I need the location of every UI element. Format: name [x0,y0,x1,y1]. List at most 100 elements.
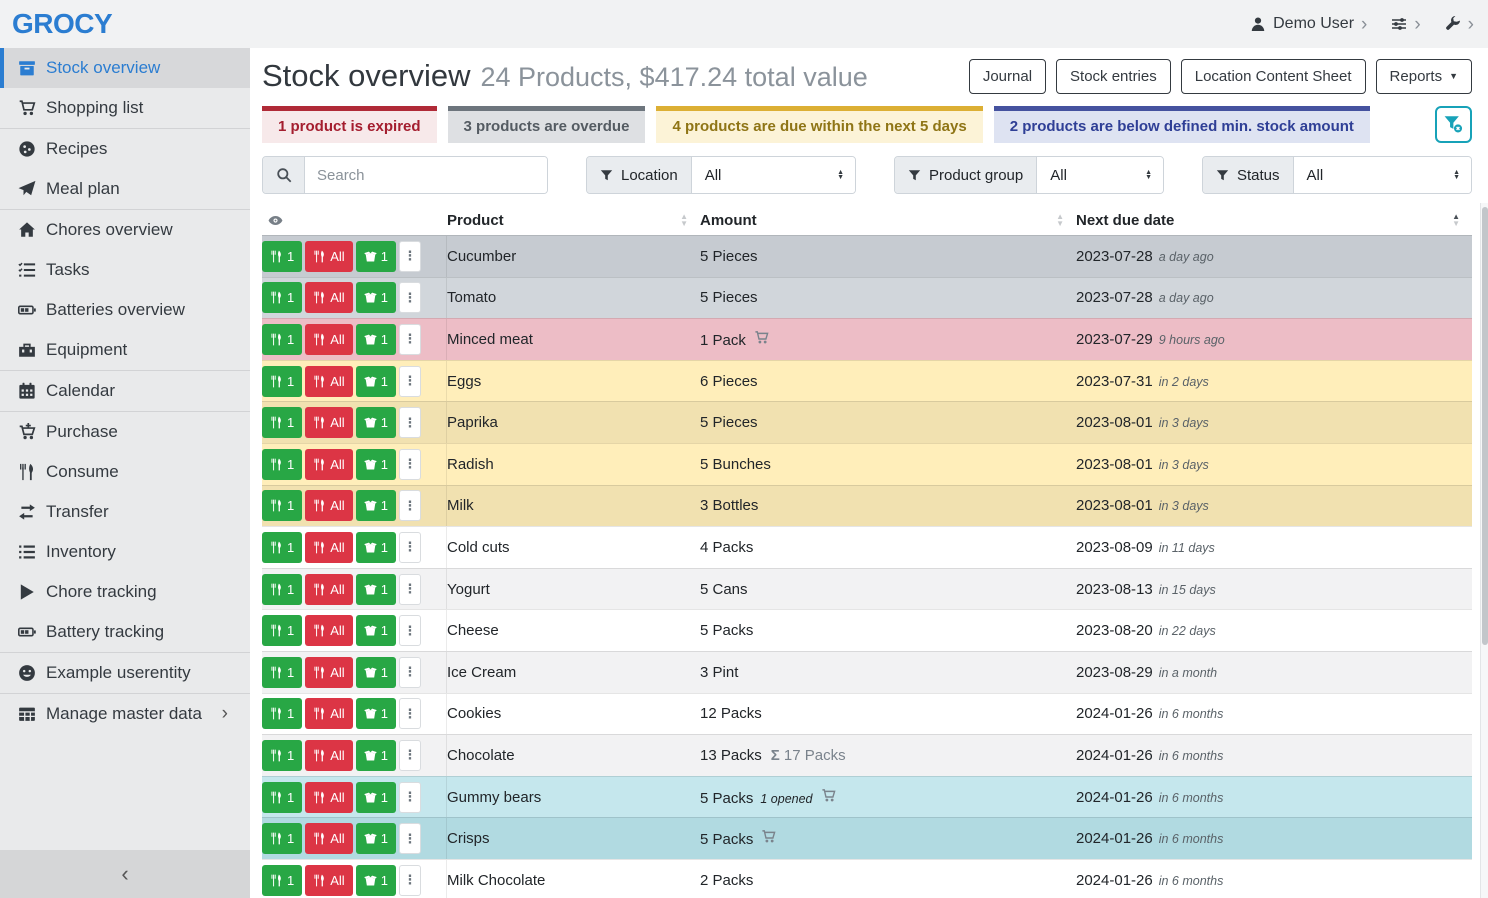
consume-all-button[interactable]: All [305,366,352,397]
product-name[interactable]: Cucumber [447,248,700,265]
product-name[interactable]: Cookies [447,705,700,722]
product-name[interactable]: Minced meat [447,331,700,348]
sidebar-item-meal-plan[interactable]: Meal plan [0,169,250,209]
row-menu-button[interactable]: ⋮ [399,407,421,438]
location-content-sheet-button[interactable]: Location Content Sheet [1181,59,1366,94]
sidebar-item-tasks[interactable]: Tasks [0,250,250,290]
consume-all-button[interactable]: All [305,865,352,896]
consume-all-button[interactable]: All [305,324,352,355]
consume-one-button[interactable]: 1 [262,532,302,563]
sidebar-item-manage-master-data[interactable]: Manage master data› [0,694,250,734]
product-name[interactable]: Eggs [447,373,700,390]
consume-one-button[interactable]: 1 [262,657,302,688]
clear-filters-button[interactable] [1435,106,1472,143]
product-name[interactable]: Milk Chocolate [447,872,700,889]
banner-belowmin[interactable]: 2 products are below defined min. stock … [994,106,1370,143]
consume-all-button[interactable]: All [305,698,352,729]
sidebar-item-shopping-list[interactable]: Shopping list [0,88,250,128]
open-one-button[interactable]: 1 [356,574,396,605]
product-name[interactable]: Chocolate [447,747,700,764]
consume-all-button[interactable]: All [305,574,352,605]
product-name[interactable]: Yogurt [447,581,700,598]
user-menu[interactable]: Demo User › [1250,15,1367,34]
row-menu-button[interactable]: ⋮ [399,615,421,646]
stock-entries-button[interactable]: Stock entries [1056,59,1171,94]
row-menu-button[interactable]: ⋮ [399,823,421,854]
product-name[interactable]: Gummy bears [447,789,700,806]
sidebar-collapse-button[interactable]: ‹ [0,850,250,898]
row-menu-button[interactable]: ⋮ [399,241,421,272]
product-name[interactable]: Milk [447,497,700,514]
consume-one-button[interactable]: 1 [262,865,302,896]
settings-menu[interactable]: › [1391,15,1420,34]
banner-overdue[interactable]: 3 products are overdue [448,106,646,143]
row-menu-button[interactable]: ⋮ [399,740,421,771]
reports-button[interactable]: Reports▼ [1376,59,1472,94]
product-name[interactable]: Tomato [447,289,700,306]
sidebar-item-consume[interactable]: Consume [0,452,250,492]
row-menu-button[interactable]: ⋮ [399,574,421,605]
open-one-button[interactable]: 1 [356,782,396,813]
column-header-product[interactable]: Product ▲▼ [447,206,700,235]
open-one-button[interactable]: 1 [356,490,396,521]
consume-one-button[interactable]: 1 [262,574,302,605]
consume-one-button[interactable]: 1 [262,740,302,771]
consume-all-button[interactable]: All [305,782,352,813]
open-one-button[interactable]: 1 [356,698,396,729]
product-group-select[interactable]: All▲▼ [1037,157,1163,193]
row-menu-button[interactable]: ⋮ [399,282,421,313]
sidebar-item-example-userentity[interactable]: Example userentity [0,653,250,693]
sidebar-item-recipes[interactable]: Recipes [0,129,250,169]
product-name[interactable]: Radish [447,456,700,473]
location-select[interactable]: All▲▼ [692,157,855,193]
search-input[interactable] [305,157,547,193]
sidebar-item-chore-tracking[interactable]: Chore tracking [0,572,250,612]
consume-all-button[interactable]: All [305,490,352,521]
scrollbar-thumb[interactable] [1482,207,1488,645]
sidebar-item-calendar[interactable]: Calendar [0,371,250,411]
row-menu-button[interactable]: ⋮ [399,366,421,397]
sidebar-item-transfer[interactable]: Transfer [0,492,250,532]
open-one-button[interactable]: 1 [356,657,396,688]
consume-one-button[interactable]: 1 [262,282,302,313]
column-header-next-due-date[interactable]: Next due date ▲▼ [1076,206,1472,235]
open-one-button[interactable]: 1 [356,449,396,480]
sidebar-item-inventory[interactable]: Inventory [0,532,250,572]
product-name[interactable]: Cheese [447,622,700,639]
row-menu-button[interactable]: ⋮ [399,490,421,521]
consume-one-button[interactable]: 1 [262,324,302,355]
consume-one-button[interactable]: 1 [262,698,302,729]
sidebar-item-batteries-overview[interactable]: Batteries overview [0,290,250,330]
consume-all-button[interactable]: All [305,407,352,438]
consume-all-button[interactable]: All [305,282,352,313]
product-name[interactable]: Cold cuts [447,539,700,556]
row-menu-button[interactable]: ⋮ [399,324,421,355]
sidebar-item-chores-overview[interactable]: Chores overview [0,210,250,250]
row-menu-button[interactable]: ⋮ [399,698,421,729]
journal-button[interactable]: Journal [969,59,1046,94]
consume-all-button[interactable]: All [305,740,352,771]
sidebar-item-battery-tracking[interactable]: Battery tracking [0,612,250,652]
consume-one-button[interactable]: 1 [262,490,302,521]
column-header-amount[interactable]: Amount ▲▼ [700,206,1076,235]
row-menu-button[interactable]: ⋮ [399,657,421,688]
consume-one-button[interactable]: 1 [262,615,302,646]
banner-expired[interactable]: 1 product is expired [262,106,437,143]
consume-all-button[interactable]: All [305,241,352,272]
row-menu-button[interactable]: ⋮ [399,782,421,813]
open-one-button[interactable]: 1 [356,241,396,272]
consume-one-button[interactable]: 1 [262,449,302,480]
product-name[interactable]: Paprika [447,414,700,431]
consume-all-button[interactable]: All [305,657,352,688]
product-name[interactable]: Crisps [447,830,700,847]
banner-duesoon[interactable]: 4 products are due within the next 5 day… [656,106,982,143]
consume-one-button[interactable]: 1 [262,366,302,397]
consume-one-button[interactable]: 1 [262,241,302,272]
row-menu-button[interactable]: ⋮ [399,532,421,563]
consume-one-button[interactable]: 1 [262,407,302,438]
product-name[interactable]: Ice Cream [447,664,700,681]
sidebar-item-stock-overview[interactable]: Stock overview [0,48,250,88]
consume-all-button[interactable]: All [305,532,352,563]
consume-one-button[interactable]: 1 [262,782,302,813]
row-menu-button[interactable]: ⋮ [399,865,421,896]
